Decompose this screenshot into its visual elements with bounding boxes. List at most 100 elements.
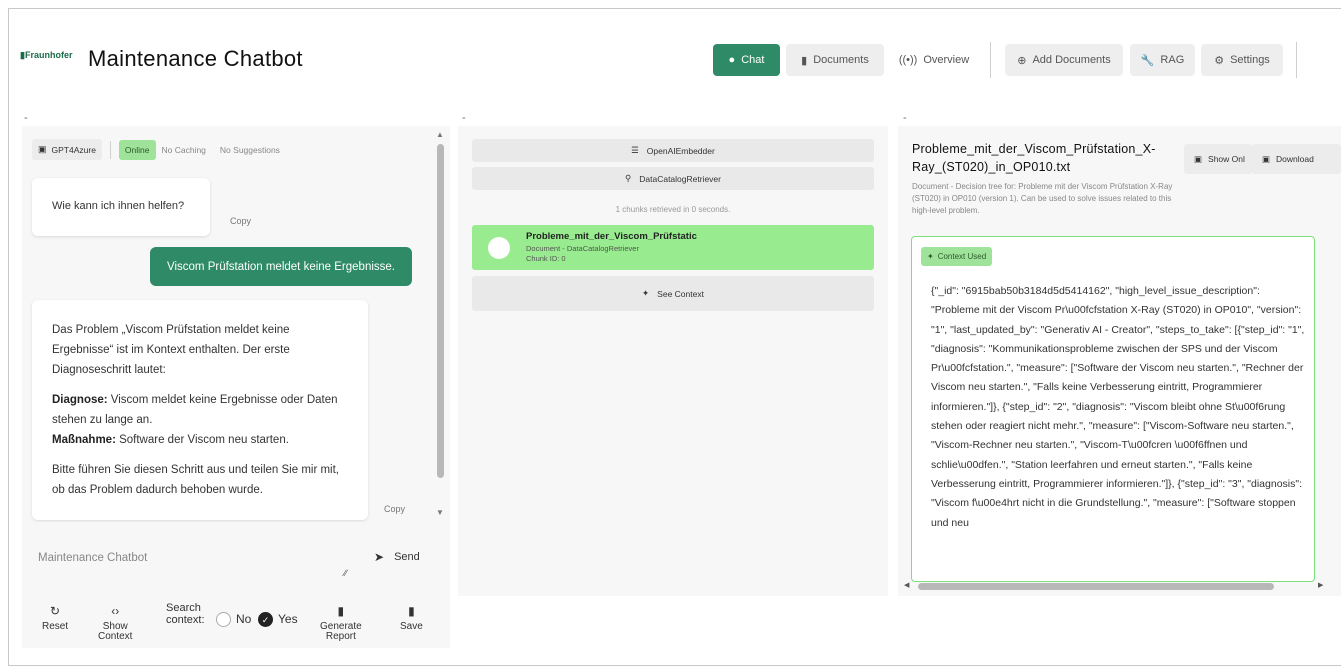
panel-divider-mark: - <box>903 112 907 124</box>
show-only-label: Show Onl <box>1208 154 1245 164</box>
bot-message-text: Wie kann ich ihnen helfen? <box>52 200 185 212</box>
tab-chat[interactable]: ● Chat <box>713 44 780 76</box>
chunk-card[interactable]: Probleme_mit_der_Viscom_Prüfstatic Docum… <box>472 225 874 270</box>
scroll-right-icon[interactable]: ▶ <box>1318 581 1323 589</box>
document-subtitle: Document - Decision tree for: Probleme m… <box>912 182 1173 215</box>
document-icon: ▮ <box>408 604 415 618</box>
measure-label: Maßnahme: <box>52 434 116 446</box>
copy-button[interactable]: Copy <box>384 504 405 514</box>
chunk-id: Chunk ID: 0 <box>526 254 566 263</box>
app-title: Maintenance Chatbot <box>88 46 303 71</box>
search-icon: ⚲ <box>625 173 632 183</box>
suggestions-status: No Suggestions <box>219 144 280 155</box>
show-context-button[interactable]: ‹› Show Context <box>98 605 133 642</box>
user-message-text: Viscom Prüfstation meldet keine Ergebnis… <box>167 260 395 273</box>
panel-divider-mark: - <box>462 112 466 124</box>
tab-settings-label: Settings <box>1230 54 1270 66</box>
model-label: GPT4Azure <box>51 144 96 155</box>
search-context-yes-radio[interactable]: ✓ <box>258 612 273 627</box>
retriever-label: DataCatalogRetriever <box>639 173 721 184</box>
tab-rag[interactable]: 🔧 RAG <box>1130 44 1195 76</box>
tab-overview[interactable]: ((•)) Overview <box>890 44 978 76</box>
download-label: Download <box>1276 154 1314 164</box>
retrieval-panel: ☰ OpenAIEmbedder ⚲ DataCatalogRetriever … <box>458 126 888 596</box>
scroll-left-icon[interactable]: ◀ <box>904 581 909 589</box>
copy-button[interactable]: Copy <box>230 216 251 226</box>
chat-bubble-icon: ● <box>728 54 736 66</box>
scrollbar-thumb[interactable] <box>918 583 1274 590</box>
message-input-placeholder: Maintenance Chatbot <box>38 552 148 564</box>
status-divider <box>109 140 111 159</box>
refresh-icon: ↻ <box>50 604 61 618</box>
tab-documents-label: Documents <box>813 54 869 66</box>
save-button[interactable]: ▮ Save <box>400 604 423 632</box>
document-title: Probleme_mit_der_Viscom_Prüfstation_X-Ra… <box>912 142 1156 174</box>
resize-handle-icon[interactable]: ∕∕ <box>344 568 347 578</box>
reset-label: Reset <box>42 621 69 632</box>
nav-divider <box>990 42 991 78</box>
chat-panel: ▣ GPT4Azure Online No Caching No Suggest… <box>22 126 450 648</box>
tab-add-documents[interactable]: ⊕ Add Documents <box>1005 44 1123 76</box>
search-context-label: Search context: <box>166 602 205 626</box>
show-only-button[interactable]: ▣ Show Onl <box>1184 144 1252 174</box>
show-context-label: Context <box>98 631 133 642</box>
search-context-text: context: <box>166 614 205 626</box>
generate-report-label: Report <box>325 631 356 642</box>
chat-scrollbar[interactable]: ▲ ▼ <box>434 130 446 520</box>
context-used-badge: ✦ Context Used <box>921 247 993 266</box>
top-bar: ▮Fraunhofer Maintenance Chatbot ● Chat ▮… <box>18 30 1341 92</box>
retriever-button[interactable]: ⚲ DataCatalogRetriever <box>472 167 874 190</box>
chat-history[interactable]: ▣ GPT4Azure Online No Caching No Suggest… <box>22 126 434 522</box>
caching-status: No Caching <box>161 144 206 155</box>
tab-chat-label: Chat <box>741 54 765 66</box>
sparkle-icon: ✦ <box>642 288 650 298</box>
tab-documents[interactable]: ▮ Documents <box>786 44 884 76</box>
document-icon: ▣ <box>1194 153 1203 164</box>
document-panel: Probleme_mit_der_Viscom_Prüfstation_X-Ra… <box>898 126 1341 596</box>
model-badge[interactable]: ▣ GPT4Azure <box>32 139 102 160</box>
online-badge: Online <box>118 139 156 160</box>
context-json-text: {"_id": "6915bab50b3184d5d5414162", "hig… <box>931 285 1305 529</box>
database-icon: ☰ <box>631 145 639 155</box>
context-box[interactable]: ✦ Context Used {"_id": "6915bab50b3184d5… <box>911 236 1315 582</box>
embedder-label: OpenAIEmbedder <box>646 145 715 156</box>
bot-message: Wie kann ich ihnen helfen? Copy <box>32 178 251 236</box>
sparkle-icon: ✦ <box>927 252 934 261</box>
tab-rag-label: RAG <box>1160 54 1185 66</box>
tab-overview-label: Overview <box>923 54 970 66</box>
measure-text: Software der Viscom neu starten. <box>115 434 289 446</box>
bot-answer-intro: Das Problem „Viscom Prüfstation meldet k… <box>52 324 290 376</box>
see-context-button[interactable]: ✦ See Context <box>472 276 874 311</box>
chunk-title: Probleme_mit_der_Viscom_Prüfstatic <box>526 231 697 242</box>
search-context-text: Search <box>166 602 201 614</box>
bot-answer-outro: Bitte führen Sie diesen Schritt aus und … <box>52 464 340 496</box>
send-button[interactable]: ➤ Send <box>374 550 420 564</box>
generate-report-button[interactable]: ▮ Generate Report <box>320 604 362 642</box>
status-bar: ▣ GPT4Azure Online No Caching No Suggest… <box>32 139 280 160</box>
tab-settings[interactable]: ⚙ Settings <box>1201 44 1283 76</box>
document-icon: ▮ <box>801 54 808 67</box>
scrollbar-thumb[interactable] <box>437 144 444 478</box>
message-input[interactable]: Maintenance Chatbot ∕∕ ➤ Send <box>22 534 450 596</box>
plus-circle-icon: ⊕ <box>1017 54 1027 67</box>
download-button[interactable]: ▣ Download <box>1252 144 1341 174</box>
bot-message: Das Problem „Viscom Prüfstation meldet k… <box>32 300 368 520</box>
radio-no-label: No <box>236 612 252 626</box>
user-message: Viscom Prüfstation meldet keine Ergebnis… <box>150 247 412 286</box>
document-icon: ▮ <box>337 604 345 618</box>
search-context-no-radio[interactable] <box>216 612 231 627</box>
panel-divider-mark: - <box>24 112 28 124</box>
chat-toolbar: ↻ Reset ‹› Show Context Search context: … <box>22 598 450 648</box>
scroll-down-icon[interactable]: ▼ <box>436 508 444 517</box>
reset-button[interactable]: ↻ Reset <box>42 604 69 632</box>
chunk-avatar <box>488 237 510 259</box>
wrench-icon: 🔧 <box>1140 54 1155 67</box>
gear-icon: ⚙ <box>1214 54 1225 67</box>
scroll-up-icon[interactable]: ▲ <box>436 130 444 139</box>
embedder-button[interactable]: ☰ OpenAIEmbedder <box>472 139 874 162</box>
fraunhofer-logo: ▮Fraunhofer <box>20 50 73 60</box>
document-horizontal-scrollbar[interactable]: ◀ ▶ <box>902 580 1326 592</box>
context-used-label: Context Used <box>937 252 987 261</box>
download-icon: ▣ <box>1262 153 1271 164</box>
robot-icon: ▣ <box>38 144 47 154</box>
